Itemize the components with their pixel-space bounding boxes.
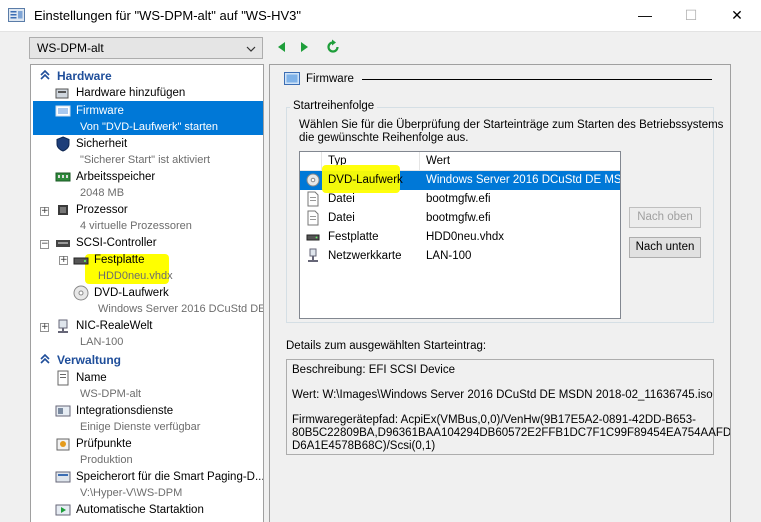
- boot-entry-details-box: Beschreibung: EFI SCSI Device Wert: W:\I…: [286, 359, 730, 455]
- close-button[interactable]: ✕: [714, 0, 760, 31]
- panel-title: Firmware: [306, 73, 354, 85]
- boot-entry-row[interactable]: Netzwerkkarte LAN-100: [300, 247, 620, 266]
- autostart-icon: [55, 504, 71, 516]
- title-bar: Einstellungen für "WS-DPM-alt" auf "WS-H…: [0, 0, 761, 32]
- boot-entry-row[interactable]: Datei bootmgfw.efi: [300, 190, 620, 209]
- dvd-icon: [306, 173, 320, 187]
- back-arrow-icon[interactable]: [274, 39, 290, 55]
- settings-window: Einstellungen für "WS-DPM-alt" auf "WS-H…: [0, 0, 761, 522]
- file-icon: [307, 210, 319, 226]
- expand-harddisk-icon[interactable]: +: [59, 256, 68, 265]
- harddisk-icon: [73, 257, 89, 265]
- settings-tree: Hardware Hardware hinzufügen Firmware Vo…: [30, 64, 264, 522]
- processor-icon: [58, 205, 68, 215]
- maximize-button[interactable]: ☐: [668, 0, 714, 31]
- move-down-button[interactable]: Nach unten: [629, 237, 701, 258]
- boot-entry-row[interactable]: DVD-Laufwerk Windows Server 2016 DCuStd …: [300, 165, 620, 193]
- vm-selector-dropdown[interactable]: WS-DPM-alt: [29, 37, 263, 59]
- hardware-section-header[interactable]: Hardware: [39, 69, 112, 83]
- value-column-header[interactable]: Wert: [420, 152, 620, 170]
- network-adapter-icon: [58, 319, 68, 333]
- dvd-icon: [73, 285, 89, 301]
- vertical-scrollbar[interactable]: [731, 64, 743, 522]
- boot-order-list[interactable]: Typ Wert DVD-Laufwerk Windows Server 201…: [299, 151, 621, 319]
- management-section-header[interactable]: Verwaltung: [39, 353, 121, 367]
- collapse-scsi-icon[interactable]: −: [40, 240, 49, 249]
- scsi-controller-icon: [56, 240, 70, 247]
- boot-order-description-line2: die gewünschte Reihenfolge aus.: [299, 132, 469, 144]
- name-icon: [57, 370, 69, 386]
- window-title: Einstellungen für "WS-DPM-alt" auf "WS-H…: [34, 8, 301, 23]
- smart-paging-icon: [55, 471, 71, 483]
- settings-app-icon: [8, 8, 25, 22]
- memory-icon: [55, 172, 71, 182]
- forward-arrow-icon[interactable]: [296, 39, 312, 55]
- network-icon: [308, 248, 318, 262]
- shield-icon: [56, 136, 70, 152]
- details-value: Wert: W:\Images\Windows Server 2016 DCuS…: [292, 389, 713, 401]
- minimize-button[interactable]: —: [622, 0, 668, 31]
- boot-entry-row[interactable]: Festplatte HDD0neu.vhdx: [300, 228, 620, 247]
- details-path-line1: Firmwaregerätepfad: AcpiEx(VMBus,0,0)/Ve…: [292, 414, 696, 426]
- details-label: Details zum ausgewählten Starteintrag:: [286, 340, 487, 352]
- collapse-arrow-icon: [40, 69, 50, 80]
- expand-processor-icon[interactable]: +: [40, 207, 49, 216]
- add-hardware-icon: [55, 88, 69, 99]
- integration-services-icon: [55, 405, 71, 417]
- details-path-line3: D6A1E4578B68C)/Scsi(0,1): [292, 440, 436, 452]
- firmware-icon: [55, 105, 71, 117]
- collapse-arrow-icon: [40, 353, 50, 364]
- file-icon: [307, 191, 319, 207]
- harddisk-icon: [306, 234, 320, 241]
- refresh-icon[interactable]: [325, 39, 341, 55]
- icon-column-header: [300, 152, 322, 170]
- move-up-button[interactable]: Nach oben: [629, 207, 701, 228]
- boot-entry-row[interactable]: Datei bootmgfw.efi: [300, 209, 620, 228]
- details-description: Beschreibung: EFI SCSI Device: [292, 364, 455, 376]
- firmware-icon: [284, 72, 300, 85]
- boot-order-title: Startreihenfolge: [290, 100, 378, 112]
- chevron-down-icon: [246, 46, 256, 52]
- header-divider: [362, 79, 712, 80]
- boot-order-description-line1: Wählen Sie für die Überprüfung der Start…: [299, 119, 724, 131]
- firmware-settings-panel: Firmware Startreihenfolge Wählen Sie für…: [269, 64, 731, 522]
- expand-nic-icon[interactable]: +: [40, 323, 49, 332]
- checkpoint-icon: [56, 438, 70, 451]
- details-path-line2: 80B5C22809BA,D96361BAA104294DB60572E2FFB…: [292, 427, 731, 439]
- vm-selector-value: WS-DPM-alt: [37, 41, 104, 55]
